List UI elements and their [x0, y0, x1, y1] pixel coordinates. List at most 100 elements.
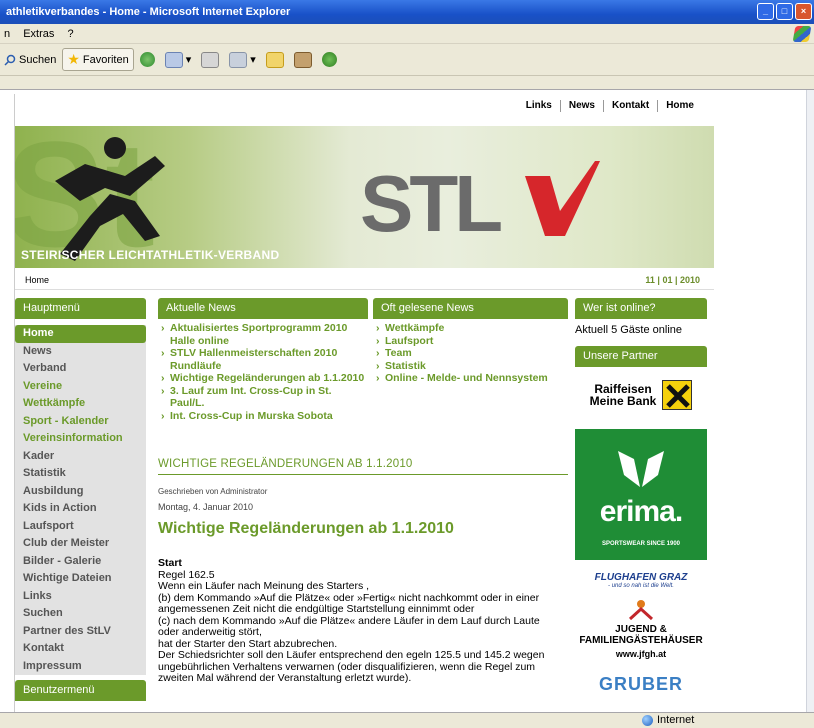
search-button[interactable]: Suchen [0, 52, 60, 68]
address-bar-strip [0, 76, 814, 90]
zone-label: Internet [657, 714, 695, 726]
minimize-button[interactable]: _ [757, 3, 774, 20]
edit-icon [229, 51, 248, 68]
sidebar-item-bilder-galerie[interactable]: Bilder - Galerie [15, 553, 146, 571]
search-icon [4, 54, 16, 66]
history-icon [139, 52, 155, 67]
news-link[interactable]: 3. Lauf zum Int. Cross-Cup in St. Paul/L… [161, 385, 368, 410]
windows-logo-icon [792, 26, 812, 42]
breadcrumb[interactable]: Home [25, 270, 49, 290]
raiffeisen-slogan: Meine Bank [589, 394, 657, 408]
article-line: oder anderweitig stört, [158, 626, 262, 638]
news-link[interactable]: STLV Hallenmeisterschaften 2010 Rundläuf… [161, 347, 368, 372]
maximize-button[interactable]: □ [776, 3, 793, 20]
research-icon [293, 51, 312, 68]
menu-item-extras[interactable]: Extras [23, 28, 54, 40]
sidebar-item-kader[interactable]: Kader [15, 448, 146, 466]
article: WICHTIGE REGELÄNDERUNGEN AB 1.1.2010 Ges… [158, 458, 568, 685]
sidebar-item-kids-in-action[interactable]: Kids in Action [15, 500, 146, 518]
jfgh-url: www.jfgh.at [615, 649, 667, 659]
popular-link[interactable]: Online - Melde- und Nennsystem [376, 372, 568, 385]
sidebar-item-impressum[interactable]: Impressum [15, 658, 146, 676]
main-menu-title: Hauptmenü [15, 298, 146, 319]
flughafen-name: FLUGHAFEN GRAZ [594, 572, 688, 583]
sidebar-item-suchen[interactable]: Suchen [15, 605, 146, 623]
close-button[interactable]: × [795, 3, 812, 20]
favorites-label: Favoriten [82, 53, 129, 66]
messenger-button[interactable] [318, 50, 341, 69]
sidebar-item-club-der-meister[interactable]: Club der Meister [15, 535, 146, 553]
topnav-home[interactable]: Home [658, 100, 702, 112]
sidebar-item-sport-kalender[interactable]: Sport - Kalender [15, 413, 146, 431]
erima-tagline: SPORTSWEAR SINCE 1900 [601, 541, 681, 547]
sidebar-item-vereinsinformation[interactable]: Vereinsinformation [15, 430, 146, 448]
search-label: Suchen [19, 53, 57, 66]
erima-ad[interactable]: erima. SPORTSWEAR SINCE 1900 [575, 429, 707, 560]
edit-button[interactable]: ▾ [225, 50, 260, 70]
raiffeisen-ad[interactable]: Raiffeisen Meine Bank [575, 375, 707, 415]
sidebar-item-verband[interactable]: Verband [15, 360, 146, 378]
article-line: Der Schiedsrichter soll den Läufer entsp… [158, 649, 545, 661]
sidebar-item-wettkämpfe[interactable]: Wettkämpfe [15, 395, 146, 413]
security-zone: Internet [642, 714, 694, 726]
news-link[interactable]: Aktualisiertes Sportprogramm 2010 Halle … [161, 322, 368, 347]
sidebar-item-links[interactable]: Links [15, 588, 146, 606]
history-button[interactable] [136, 50, 159, 69]
sidebar-item-home[interactable]: Home [15, 325, 146, 343]
jugend-familien-ad[interactable]: JUGEND & FAMILIENGÄSTEHÄUSER www.jfgh.at [575, 599, 707, 660]
favorites-star-icon: ★ [67, 51, 80, 67]
user-menu-title: Benutzermenü [15, 680, 146, 701]
popular-link[interactable]: Statistik [376, 360, 568, 373]
browser-toolbar: Suchen ★ Favoriten ▾ ▾ [0, 44, 814, 76]
news-link[interactable]: Int. Cross-Cup in Murska Sobota [161, 410, 368, 423]
jfgh-line2: FAMILIENGÄSTEHÄUSER [579, 635, 703, 646]
sidebar-item-kontakt[interactable]: Kontakt [15, 640, 146, 658]
messenger-icon [321, 52, 337, 67]
raiffeisen-logo-icon [662, 380, 693, 410]
top-navigation: Links News Kontakt Home [518, 100, 702, 112]
sidebar-item-ausbildung[interactable]: Ausbildung [15, 483, 146, 501]
news-link[interactable]: Wichtige Regeländerungen ab 1.1.2010 [161, 372, 368, 385]
article-title: Wichtige Regeländerungen ab 1.1.2010 [158, 520, 454, 537]
erima-logo-icon [618, 451, 664, 487]
right-column: Wer ist online? Aktuell 5 Gäste online U… [575, 298, 707, 695]
popular-link[interactable]: Laufsport [376, 335, 568, 348]
discuss-button[interactable] [262, 50, 288, 70]
sidebar-item-laufsport[interactable]: Laufsport [15, 518, 146, 536]
popular-link[interactable]: Team [376, 347, 568, 360]
partners-title: Unsere Partner [575, 346, 707, 367]
window-title: athletikverbandes - Home - Microsoft Int… [6, 6, 291, 18]
who-is-online-title: Wer ist online? [575, 298, 707, 319]
mail-button[interactable]: ▾ [161, 50, 196, 70]
topnav-news[interactable]: News [561, 100, 604, 112]
topnav-links[interactable]: Links [518, 100, 561, 112]
article-section-heading[interactable]: WICHTIGE REGELÄNDERUNGEN AB 1.1.2010 [158, 458, 568, 475]
window-titlebar: athletikverbandes - Home - Microsoft Int… [0, 0, 814, 24]
article-subheading: Start [158, 557, 182, 569]
user-menu: Benutzermenü [15, 680, 146, 701]
current-news-title: Aktuelle News [158, 298, 368, 319]
stlv-logo: STL [360, 159, 600, 241]
sidebar-item-statistik[interactable]: Statistik [15, 465, 146, 483]
popular-news-title: Oft gelesene News [373, 298, 568, 319]
print-button[interactable] [197, 50, 223, 70]
sidebar-item-vereine[interactable]: Vereine [15, 378, 146, 396]
menu-item-help[interactable]: ? [67, 28, 73, 40]
gruber-ad[interactable]: GRUBER [575, 674, 707, 695]
sidebar-item-news[interactable]: News [15, 343, 146, 361]
flughafen-graz-ad[interactable]: FLUGHAFEN GRAZ - und so nah ist die Welt… [575, 572, 707, 589]
mail-icon [164, 51, 183, 68]
article-line: zweiten Mal während der Veranstaltung er… [158, 672, 412, 684]
sidebar-item-partner-des-stlv[interactable]: Partner des StLV [15, 623, 146, 641]
menu-item-view[interactable]: n [4, 28, 10, 40]
globe-icon [642, 714, 653, 726]
favorites-button[interactable]: ★ Favoriten [62, 48, 134, 71]
vertical-scrollbar[interactable] [806, 90, 814, 712]
print-icon [201, 51, 220, 68]
research-button[interactable] [290, 50, 316, 70]
popular-link[interactable]: Wettkämpfe [376, 322, 568, 335]
gruber-name: GRUBER [598, 674, 683, 694]
topnav-kontakt[interactable]: Kontakt [604, 100, 659, 112]
sidebar-item-wichtige-dateien[interactable]: Wichtige Dateien [15, 570, 146, 588]
article-line: angemessenen Zeit nicht die endgültige S… [158, 603, 475, 615]
